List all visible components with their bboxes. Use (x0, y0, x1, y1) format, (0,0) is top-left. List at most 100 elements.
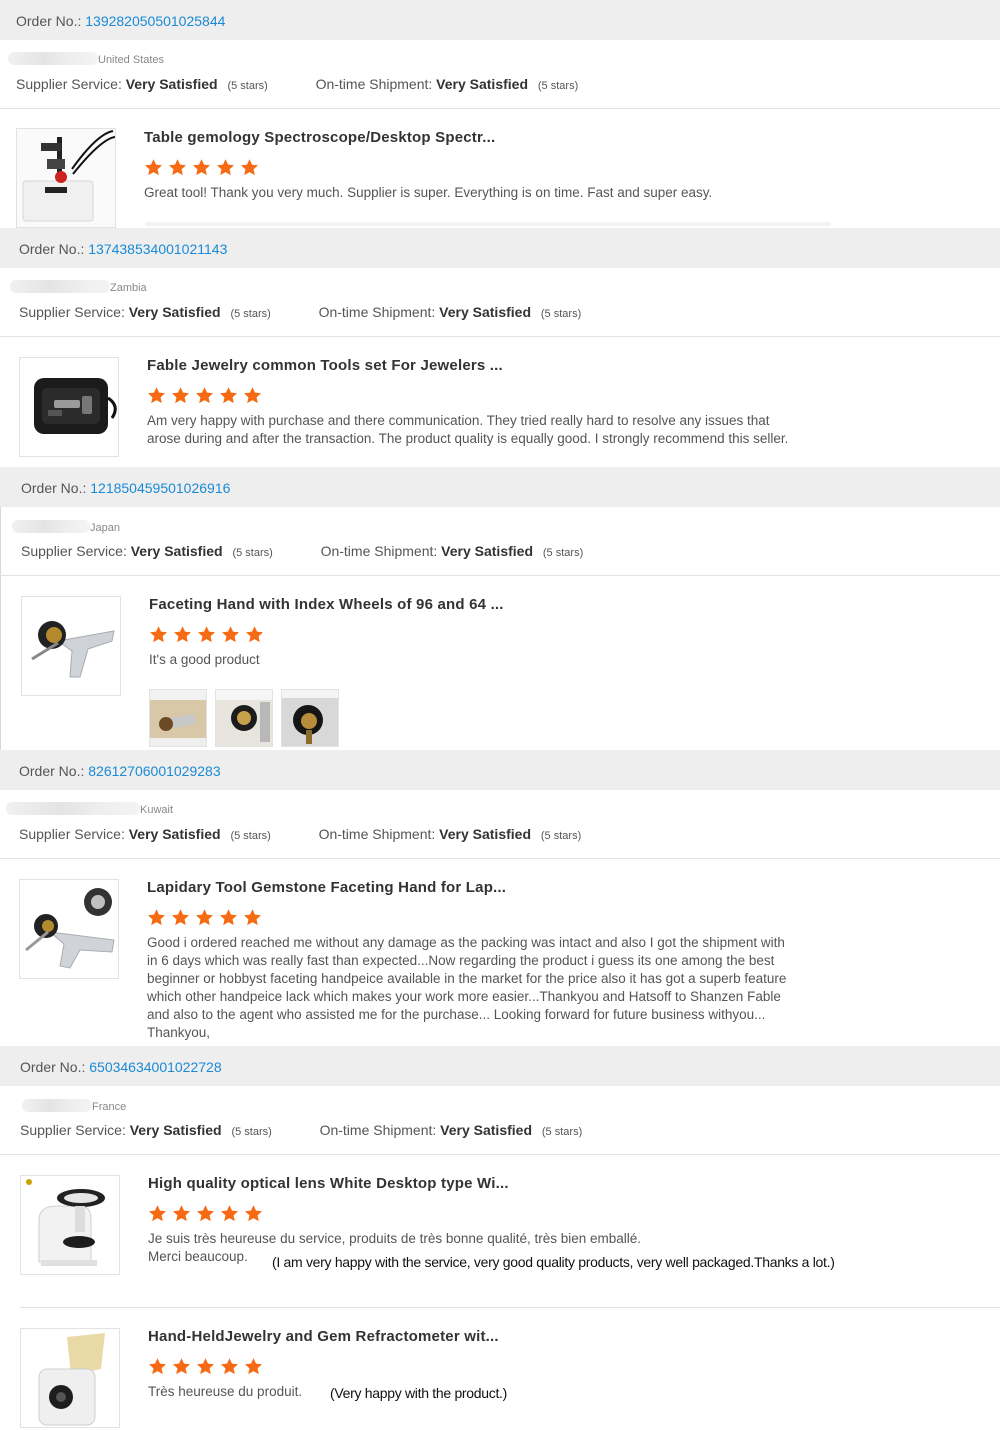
star-icon (245, 625, 264, 644)
buyer-country: Kuwait (6, 802, 173, 816)
product-thumbnail[interactable] (20, 1175, 120, 1275)
buyer-country: Japan (12, 520, 120, 534)
rating-summary: Supplier Service: Very Satisfied (5 star… (19, 304, 582, 320)
supplier-rating-value: Very Satisfied (125, 76, 218, 92)
star-rating (149, 625, 269, 645)
star-icon (148, 1357, 167, 1376)
star-icon (195, 908, 214, 927)
review-translation: (Very happy with the product.) (330, 1385, 507, 1401)
divider (20, 1307, 1000, 1308)
order-number-label: Order No.: 139282050501025844 (16, 13, 226, 29)
star-icon (171, 386, 190, 405)
product-title[interactable]: Lapidary Tool Gemstone Faceting Hand for… (147, 879, 506, 896)
order-number-label: Order No.: 82612706001029283 (19, 763, 221, 779)
review-text: Am very happy with purchase and there co… (147, 413, 789, 446)
star-icon (171, 908, 190, 927)
product-thumbnail[interactable] (21, 596, 121, 696)
star-rating (148, 1357, 268, 1377)
order-number-link[interactable]: 65034634001022728 (89, 1059, 221, 1075)
star-icon (243, 908, 262, 927)
rating-summary: Supplier Service: Very Satisfied (5 star… (19, 826, 582, 842)
buyer-country: United States (8, 52, 164, 66)
review-photo[interactable] (215, 689, 273, 747)
shipment-rating-value: Very Satisfied (440, 1122, 532, 1138)
review-translation: (I am very happy with the service, very … (272, 1254, 835, 1270)
order-header: Order No.: 139282050501025844 (0, 0, 1000, 40)
product-thumbnail[interactable] (16, 128, 116, 228)
product-title[interactable]: High quality optical lens White Desktop … (148, 1175, 509, 1192)
star-icon (172, 1357, 191, 1376)
product-title[interactable]: Fable Jewelry common Tools set For Jewel… (147, 357, 503, 374)
star-rating (147, 386, 267, 406)
order-number-link[interactable]: 82612706001029283 (88, 763, 220, 779)
order-number-link[interactable]: 139282050501025844 (85, 13, 225, 29)
star-icon (220, 1357, 239, 1376)
buyer-country: France (22, 1099, 126, 1113)
rating-summary: Supplier Service: Very Satisfied (5 star… (20, 1122, 583, 1138)
divider (0, 858, 1000, 859)
review-text: Great tool! Thank you very much. Supplie… (144, 185, 713, 200)
review-text: Good i ordered reached me without any da… (147, 935, 787, 1040)
blurred-buyer-name (10, 280, 110, 293)
star-icon (148, 1204, 167, 1223)
order-number-label: Order No.: 65034634001022728 (20, 1059, 222, 1075)
blurred-buyer-name (12, 520, 90, 533)
shipment-rating-value: Very Satisfied (439, 304, 531, 320)
order-number-link[interactable]: 121850459501026916 (90, 480, 230, 496)
star-icon (196, 1204, 215, 1223)
shipment-rating-value: Very Satisfied (441, 543, 533, 559)
star-icon (244, 1357, 263, 1376)
star-icon (220, 1204, 239, 1223)
order-header: Order No.: 65034634001022728 (0, 1046, 1000, 1086)
star-icon (195, 386, 214, 405)
star-icon (240, 158, 259, 177)
shipment-rating-value: Very Satisfied (436, 76, 528, 92)
product-title[interactable]: Faceting Hand with Index Wheels of 96 an… (149, 596, 504, 613)
order-number-label: Order No.: 121850459501026916 (21, 480, 231, 496)
star-rating (147, 908, 267, 928)
supplier-rating-value: Very Satisfied (128, 304, 221, 320)
review-photo[interactable] (281, 689, 339, 747)
star-rating (148, 1204, 268, 1224)
star-icon (221, 625, 240, 644)
buyer-country: Zambia (10, 280, 147, 294)
order-header: Order No.: 82612706001029283 (0, 750, 1000, 790)
star-icon (173, 625, 192, 644)
order-number-label: Order No.: 137438534001021143 (19, 241, 228, 257)
product-thumbnail[interactable] (19, 879, 119, 979)
order-header: Order No.: 137438534001021143 (0, 228, 1000, 268)
divider (0, 575, 1000, 576)
order-number-link[interactable]: 137438534001021143 (88, 241, 227, 257)
star-icon (144, 158, 163, 177)
shipment-rating-value: Very Satisfied (439, 826, 531, 842)
star-icon (168, 158, 187, 177)
star-icon (172, 1204, 191, 1223)
divider (0, 108, 1000, 109)
star-icon (149, 625, 168, 644)
star-icon (197, 625, 216, 644)
star-icon (147, 908, 166, 927)
divider (0, 467, 1, 751)
review-text: It's a good product (149, 652, 260, 667)
product-thumbnail[interactable] (20, 1328, 120, 1428)
product-title[interactable]: Table gemology Spectroscope/Desktop Spec… (144, 129, 495, 146)
review-photo[interactable] (149, 689, 207, 747)
product-thumbnail[interactable] (19, 357, 119, 457)
blurred-buyer-name (8, 52, 98, 65)
rating-summary: Supplier Service: Very Satisfied (5 star… (16, 76, 579, 92)
star-icon (219, 386, 238, 405)
review-text: Très heureuse du produit. (148, 1384, 303, 1399)
divider (0, 336, 1000, 337)
supplier-rating-value: Very Satisfied (128, 826, 221, 842)
supplier-rating-value: Very Satisfied (130, 543, 223, 559)
star-icon (192, 158, 211, 177)
order-header: Order No.: 121850459501026916 (0, 467, 1000, 507)
star-rating (144, 158, 264, 178)
blurred-buyer-name (6, 802, 140, 815)
star-icon (216, 158, 235, 177)
product-title[interactable]: Hand-HeldJewelry and Gem Refractometer w… (148, 1328, 499, 1345)
divider (0, 1154, 1000, 1155)
star-icon (196, 1357, 215, 1376)
star-icon (147, 386, 166, 405)
star-icon (243, 386, 262, 405)
